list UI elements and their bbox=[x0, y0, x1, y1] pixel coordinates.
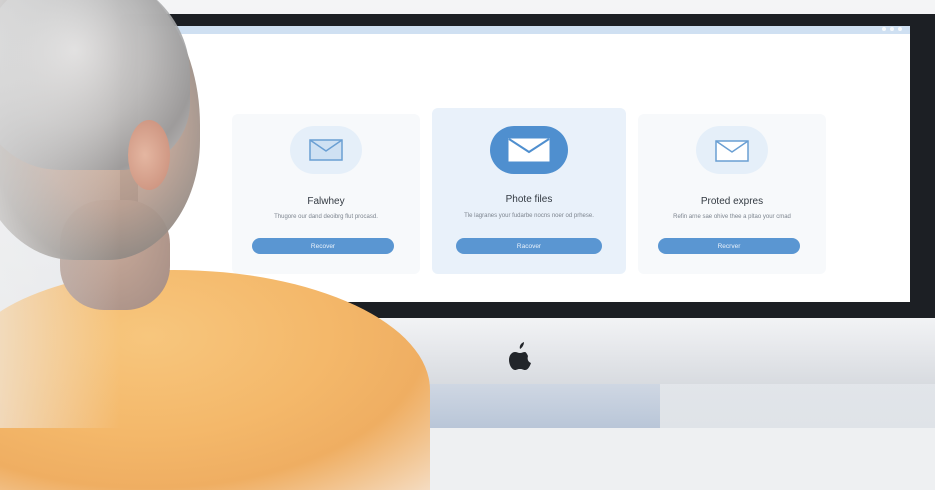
card-title: Falwhey bbox=[307, 196, 345, 207]
window-control-dot[interactable] bbox=[898, 27, 902, 31]
card-title: Proted expres bbox=[700, 196, 764, 207]
window-control-dot[interactable] bbox=[890, 27, 894, 31]
recovery-card-photo-files: Phote files Tle lagranes your fudarbe no… bbox=[432, 108, 626, 274]
mail-icon bbox=[696, 126, 768, 174]
monitor-stand bbox=[410, 384, 660, 428]
edge-fade bbox=[0, 0, 120, 428]
card-title: Phote files bbox=[505, 194, 553, 205]
person-ear bbox=[128, 120, 170, 190]
recovery-card-proted-expres: Proted expres Refin arne sae ohive thee … bbox=[638, 114, 826, 274]
window-control-dot[interactable] bbox=[882, 27, 886, 31]
card-description: Tle lagranes your fudarbe nocns noer od … bbox=[464, 213, 594, 219]
recover-button[interactable]: Recrver bbox=[658, 238, 800, 254]
recovery-card-falwhey: Falwhey Thugore our dand deoibrg flut pr… bbox=[232, 114, 420, 274]
mail-icon bbox=[490, 126, 568, 174]
card-description: Refin arne sae ohive thee a pltao your c… bbox=[673, 214, 791, 220]
screen: Falwhey Thugore our dand deoibrg flut pr… bbox=[138, 26, 910, 302]
window-controls bbox=[882, 27, 902, 31]
mail-icon bbox=[290, 126, 362, 174]
recover-button[interactable]: Recover bbox=[252, 238, 394, 254]
apple-logo-icon bbox=[509, 342, 531, 370]
card-description: Thugore our dand deoibrg flut procasd. bbox=[274, 214, 378, 220]
recover-button[interactable]: Racover bbox=[456, 238, 602, 254]
window-title-bar bbox=[138, 26, 910, 34]
